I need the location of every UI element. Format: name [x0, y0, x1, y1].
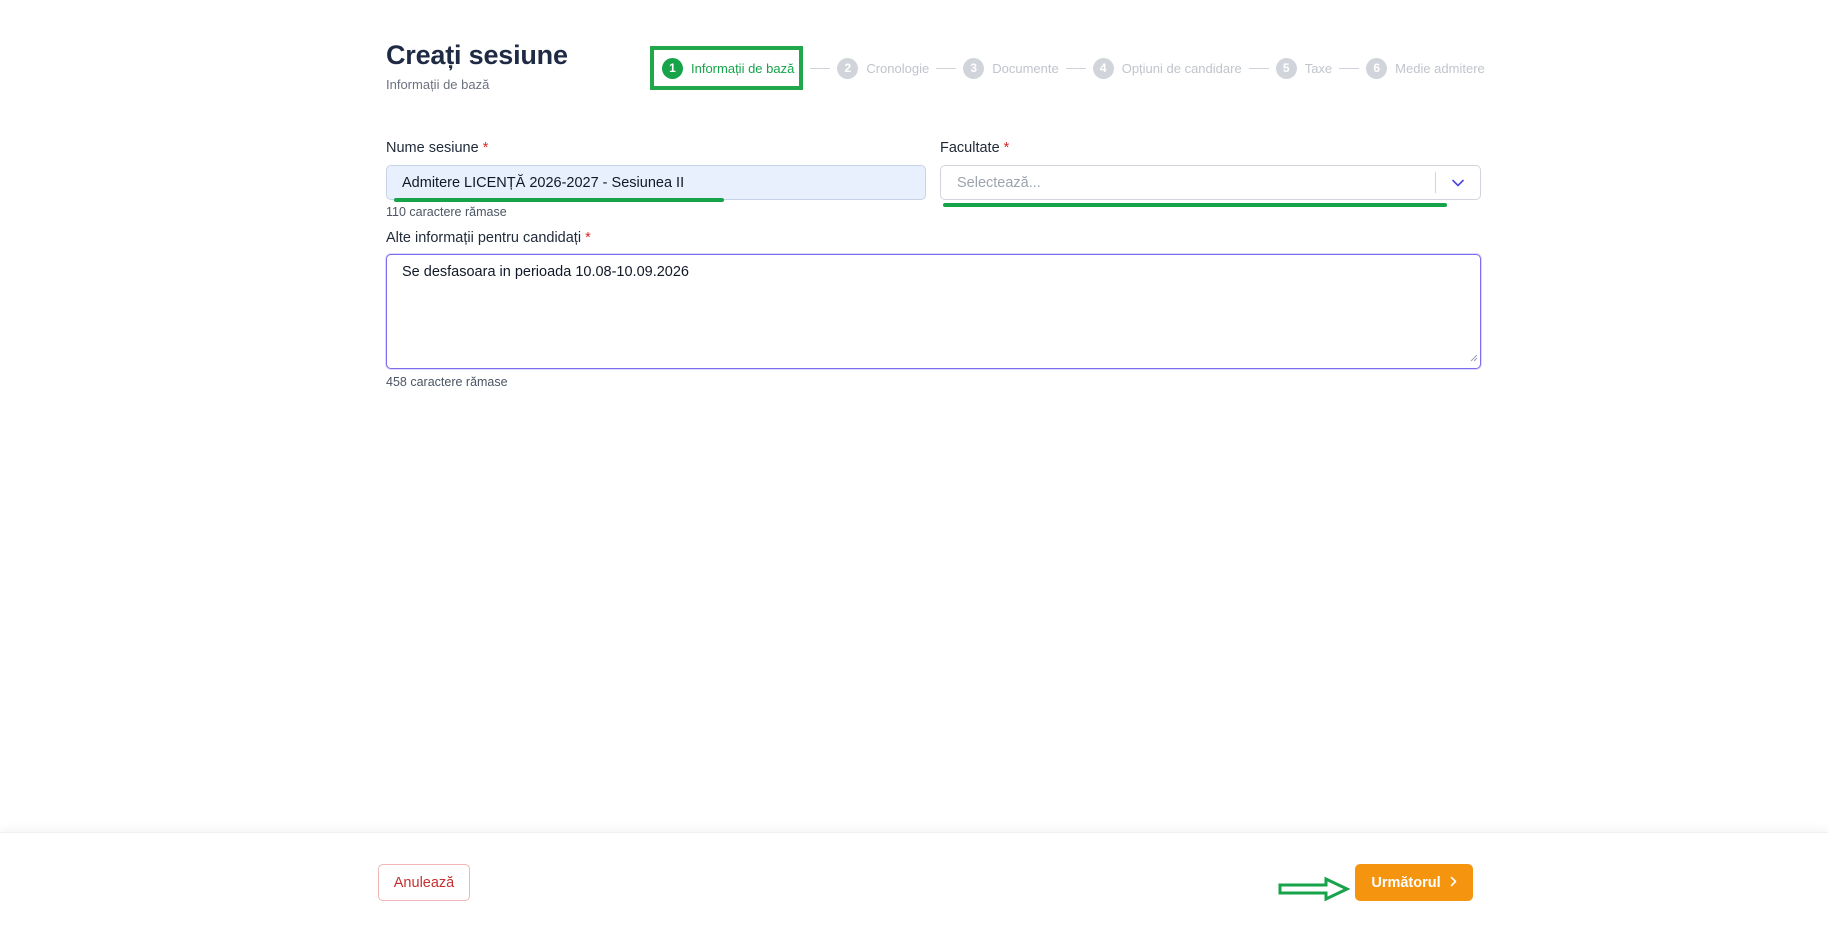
session-name-hint: 110 caractere rămase: [386, 205, 507, 219]
step-connector: [810, 67, 831, 69]
step-label: Documente: [992, 60, 1059, 76]
next-button[interactable]: Următorul: [1355, 864, 1473, 901]
faculty-label-text: Facultate: [940, 140, 1000, 156]
session-name-label-text: Nume sesiune: [386, 140, 479, 156]
step-connector: [1339, 67, 1360, 69]
next-button-label: Următorul: [1371, 874, 1441, 891]
step-label: Opțiuni de candidare: [1121, 60, 1242, 76]
other-info-label: Alte informații pentru candidați *: [386, 230, 591, 246]
annotation-underline: [394, 198, 724, 202]
faculty-label: Facultate *: [940, 140, 1009, 156]
step-connector: [936, 67, 957, 69]
step-connector: [1065, 67, 1086, 69]
session-name-input[interactable]: Admitere LICENȚĂ 2026-2027 - Sesiunea II: [386, 165, 926, 200]
required-mark: *: [585, 230, 591, 246]
create-session-page: Creați sesiune Informații de bază 1 Info…: [0, 0, 1828, 928]
chevron-right-icon: [1450, 875, 1457, 891]
required-mark: *: [1003, 140, 1010, 156]
wizard-stepper: 1 Informații de bază 2 Cronologie 3 Docu…: [650, 46, 1485, 90]
other-info-value: Se desfasoara in perioada 10.08-10.09.20…: [402, 264, 689, 280]
step-timeline[interactable]: 2 Cronologie: [837, 46, 929, 90]
faculty-select[interactable]: Selectează...: [940, 165, 1481, 200]
cancel-button[interactable]: Anulează: [378, 864, 470, 901]
step-fees[interactable]: 5 Taxe: [1275, 46, 1333, 90]
step-number: 3: [963, 57, 985, 79]
step-admission-average[interactable]: 6 Medie admitere: [1366, 46, 1485, 90]
step-label: Cronologie: [866, 60, 930, 76]
page-title: Creați sesiune: [386, 40, 568, 70]
other-info-hint: 458 caractere rămase: [386, 375, 508, 389]
step-number: 6: [1366, 57, 1388, 79]
step-number: 4: [1092, 57, 1114, 79]
step-number: 2: [837, 57, 859, 79]
step-label: Medie admitere: [1395, 60, 1485, 76]
step-documents[interactable]: 3 Documente: [963, 46, 1059, 90]
chevron-down-icon[interactable]: [1436, 179, 1480, 187]
step-connector: [1248, 67, 1269, 69]
page-subtitle: Informații de bază: [386, 77, 490, 92]
resize-handle-icon[interactable]: [1469, 350, 1478, 366]
page-header: Creați sesiune Informații de bază: [386, 40, 568, 92]
faculty-select-placeholder: Selectează...: [957, 174, 1041, 191]
step-label: Informații de bază: [691, 60, 795, 76]
footer-bar: Anulează Următorul: [0, 832, 1828, 928]
other-info-label-text: Alte informații pentru candidați: [386, 230, 582, 246]
step-label: Taxe: [1304, 60, 1333, 76]
step-application-options[interactable]: 4 Opțiuni de candidare: [1092, 46, 1242, 90]
arrow-right-icon: [1278, 876, 1351, 907]
session-name-value: Admitere LICENȚĂ 2026-2027 - Sesiunea II: [402, 174, 685, 191]
other-info-textarea[interactable]: Se desfasoara in perioada 10.08-10.09.20…: [386, 254, 1481, 369]
annotation-underline: [943, 203, 1447, 207]
required-mark: *: [482, 140, 489, 156]
session-name-label: Nume sesiune *: [386, 140, 488, 156]
step-basic-info[interactable]: 1 Informații de bază: [650, 46, 804, 90]
step-number: 1: [662, 57, 683, 79]
step-number: 5: [1275, 57, 1297, 79]
